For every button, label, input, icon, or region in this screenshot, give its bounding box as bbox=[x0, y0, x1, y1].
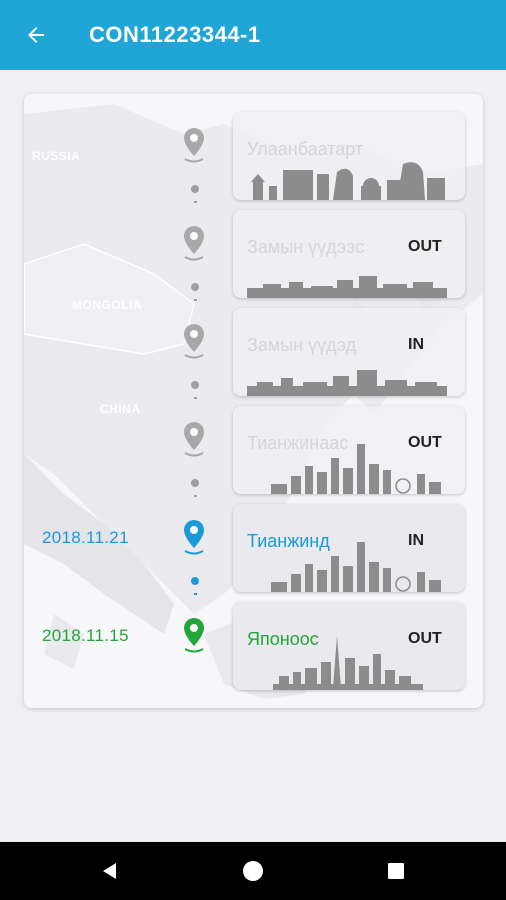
stop-tile[interactable]: Замын үүдэд IN bbox=[233, 308, 465, 396]
timeline-stop: Улаанбаатарт bbox=[24, 94, 483, 203]
square-recents-icon bbox=[388, 863, 404, 879]
nav-recents-button[interactable] bbox=[380, 855, 412, 887]
timeline-stop: Замын үүдээс OUT bbox=[24, 192, 483, 301]
back-button[interactable] bbox=[16, 17, 56, 53]
stop-tile[interactable]: Японоос OUT bbox=[233, 602, 465, 690]
tracking-card: RUSSIA MONGOLIA CHINA Улаанбаатарт Замын… bbox=[24, 94, 483, 708]
nav-home-button[interactable] bbox=[237, 855, 269, 887]
system-nav-bar bbox=[0, 842, 506, 900]
triangle-back-icon bbox=[103, 863, 116, 879]
stop-tile[interactable]: Тианжинд IN bbox=[233, 504, 465, 592]
location-pin-icon bbox=[184, 618, 204, 653]
arrow-left-icon bbox=[28, 27, 44, 43]
timeline-stop: Тианжинаас OUT bbox=[24, 388, 483, 497]
nav-back-button[interactable] bbox=[94, 855, 126, 887]
tokyo-skyline-icon bbox=[273, 636, 423, 690]
location-pin-icon bbox=[184, 422, 204, 457]
location-pin-icon bbox=[184, 520, 204, 555]
location-pin-icon bbox=[184, 128, 204, 163]
stop-date: 2018.11.21 bbox=[42, 528, 129, 547]
timeline-stop: 2018.11.21 Тианжинд IN bbox=[24, 486, 483, 595]
location-pin-icon bbox=[184, 226, 204, 261]
app-bar: CON11223344-1 bbox=[0, 0, 506, 70]
stop-tile[interactable]: Замын үүдээс OUT bbox=[233, 210, 465, 298]
timeline-stop: Замын үүдэд IN bbox=[24, 290, 483, 399]
timeline-stop: 2018.11.15 Японоос OUT bbox=[24, 584, 483, 690]
stop-date: 2018.11.15 bbox=[42, 626, 129, 645]
location-pin-icon bbox=[184, 324, 204, 359]
page-title: CON11223344-1 bbox=[89, 22, 261, 47]
stop-tile[interactable]: Тианжинаас OUT bbox=[233, 406, 465, 494]
stop-tile[interactable]: Улаанбаатарт bbox=[233, 112, 465, 200]
circle-home-icon bbox=[243, 861, 263, 881]
